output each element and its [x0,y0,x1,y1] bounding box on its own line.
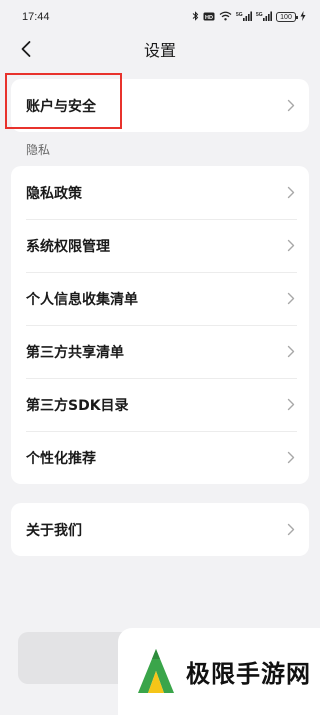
site-logo-icon [138,648,174,693]
settings-item-third-party-sdk[interactable]: 第三方SDK目录 [11,378,309,431]
watermark: 极限手游网 [118,628,320,715]
chevron-right-icon [287,239,297,253]
settings-item-account-security[interactable]: 账户与安全 [11,79,309,132]
svg-text:HD: HD [205,14,213,20]
about-card: 关于我们 [11,503,309,556]
chevron-left-icon [21,41,31,57]
chevron-right-icon [287,523,297,537]
settings-item-label: 关于我们 [26,522,82,539]
signal-5g-icon: 5G [256,11,272,23]
account-card: 账户与安全 [11,79,309,132]
signal-label: 5G [236,12,243,18]
settings-item-personalized-recommendation[interactable]: 个性化推荐 [11,431,309,484]
nav-bar: 设置 [0,34,320,64]
chevron-right-icon [287,186,297,200]
settings-item-label: 个性化推荐 [26,450,96,467]
wifi-icon [219,11,232,23]
battery-level: 100 [280,13,292,21]
settings-item-personal-info-list[interactable]: 个人信息收集清单 [11,272,309,325]
status-time: 17:44 [22,11,50,23]
chevron-right-icon [287,451,297,465]
settings-item-third-party-sharing[interactable]: 第三方共享清单 [11,325,309,378]
privacy-card: 隐私政策 系统权限管理 个人信息收集清单 第三方共享清单 第三方SDK目录 个性… [11,166,309,484]
settings-item-privacy-policy[interactable]: 隐私政策 [11,166,309,219]
settings-item-label: 第三方SDK目录 [26,397,129,414]
chevron-right-icon [287,398,297,412]
charging-icon [300,11,306,23]
status-icons: HD 5G 5G 100 [192,11,306,23]
section-header-privacy: 隐私 [26,142,51,157]
settings-item-label: 系统权限管理 [26,238,110,255]
page-title: 设置 [143,41,176,60]
bluetooth-icon [192,11,199,23]
settings-item-label: 隐私政策 [26,185,82,202]
chevron-right-icon [287,345,297,359]
status-bar: 17:44 HD 5G 5G 100 [0,0,320,34]
settings-item-label: 第三方共享清单 [26,344,124,361]
signal-5g-icon: 5G [236,11,252,23]
chevron-right-icon [287,292,297,306]
settings-item-system-permissions[interactable]: 系统权限管理 [11,219,309,272]
settings-item-label: 账户与安全 [26,98,96,115]
signal-label: 5G [256,12,263,18]
back-button[interactable] [14,37,38,61]
settings-item-label: 个人信息收集清单 [26,291,138,308]
hd-icon: HD [203,12,215,23]
watermark-text: 极限手游网 [186,660,311,688]
battery-icon: 100 [276,12,298,22]
settings-item-about-us[interactable]: 关于我们 [11,503,309,556]
chevron-right-icon [287,99,297,113]
